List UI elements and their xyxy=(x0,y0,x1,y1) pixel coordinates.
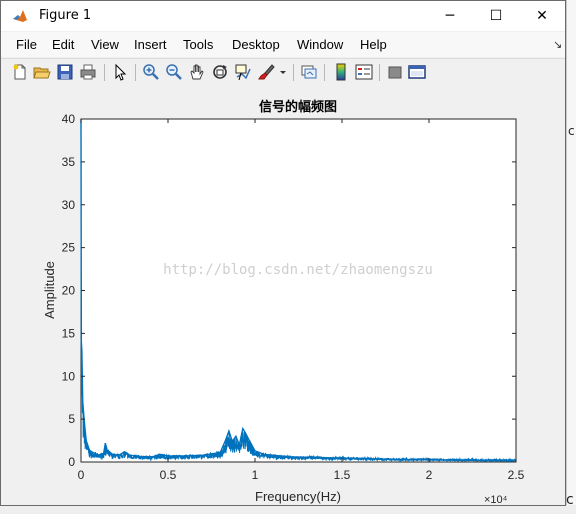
menu-tools[interactable]: Tools xyxy=(183,37,213,52)
watermark-text: http://blog.csdn.net/zhaomengszu xyxy=(163,262,433,278)
amplitude-spectrum-chart[interactable]: http://blog.csdn.net/zhaomengszu 0 0.5 1 1.… xyxy=(1,87,565,506)
menu-bar: File Edit View Insert Tools Desktop Wind… xyxy=(1,32,565,57)
pointer-icon[interactable] xyxy=(111,63,129,81)
data-cursor-icon[interactable] xyxy=(234,63,252,81)
hide-plot-tools-icon[interactable] xyxy=(386,63,404,81)
menu-window[interactable]: Window xyxy=(297,37,343,52)
y-tick-label: 30 xyxy=(62,198,76,212)
x-tick-label: 1.5 xyxy=(334,468,351,482)
x-axis-multiplier: ×10⁴ xyxy=(484,494,508,505)
title-bar[interactable]: Figure 1 ─ ☐ ✕ xyxy=(1,1,565,31)
y-tick-label: 25 xyxy=(62,241,76,255)
minimize-icon: ─ xyxy=(445,8,455,24)
y-tick-label: 0 xyxy=(68,455,75,469)
toolbar-separator xyxy=(104,64,105,81)
zoom-out-icon[interactable] xyxy=(165,63,183,81)
x-tick-label: 2.5 xyxy=(508,468,525,482)
menu-overflow-icon[interactable]: ↘ xyxy=(553,38,562,51)
brush-icon[interactable] xyxy=(257,63,275,81)
menu-help[interactable]: Help xyxy=(360,37,387,52)
background-window-right xyxy=(566,0,576,514)
background-window-bottom xyxy=(0,505,576,514)
matlab-logo-icon xyxy=(12,8,28,24)
x-tick-label: 0 xyxy=(78,468,85,482)
toolbar-separator xyxy=(324,64,325,81)
x-tick-label: 2 xyxy=(426,468,433,482)
y-axis-label: Amplitude xyxy=(42,261,57,319)
chart-title: 信号的幅频图 xyxy=(259,99,337,115)
pan-icon[interactable] xyxy=(188,63,206,81)
colorbar-icon[interactable] xyxy=(332,63,350,81)
toolbar-separator xyxy=(135,64,136,81)
link-plot-icon[interactable] xyxy=(300,63,318,81)
background-text-c: c xyxy=(568,124,575,138)
toolbar-separator xyxy=(293,64,294,81)
y-tick-label: 35 xyxy=(62,155,76,169)
menu-edit[interactable]: Edit xyxy=(52,37,74,52)
save-icon[interactable] xyxy=(56,63,74,81)
y-tick-label: 10 xyxy=(62,369,76,383)
print-icon[interactable] xyxy=(79,63,97,81)
y-tick-label: 15 xyxy=(62,326,76,340)
figure-window: Figure 1 ─ ☐ ✕ File Edit View Insert Too… xyxy=(0,0,566,506)
y-tick-label: 40 xyxy=(62,112,76,126)
zoom-in-icon[interactable] xyxy=(142,63,160,81)
menu-desktop[interactable]: Desktop xyxy=(232,37,280,52)
toolbar-separator xyxy=(379,64,380,81)
figure-toolbar xyxy=(1,58,565,88)
x-tick-label: 0.5 xyxy=(160,468,177,482)
maximize-icon: ☐ xyxy=(489,8,503,24)
new-figure-icon[interactable] xyxy=(11,63,29,81)
menu-insert[interactable]: Insert xyxy=(134,37,167,52)
open-file-icon[interactable] xyxy=(33,63,51,81)
x-tick-label: 1 xyxy=(252,468,259,482)
minimize-button[interactable]: ─ xyxy=(427,1,473,31)
figure-canvas: http://blog.csdn.net/zhaomengszu 0 0.5 1 1.… xyxy=(1,87,565,506)
close-icon: ✕ xyxy=(536,8,548,24)
brush-dropdown-icon[interactable] xyxy=(279,63,287,81)
close-button[interactable]: ✕ xyxy=(519,1,565,31)
maximize-button[interactable]: ☐ xyxy=(473,1,519,31)
show-plot-tools-icon[interactable] xyxy=(408,63,426,81)
y-tick-label: 5 xyxy=(68,412,75,426)
window-title: Figure 1 xyxy=(39,8,92,23)
y-tick-label: 20 xyxy=(62,284,76,298)
plot-area[interactable] xyxy=(80,118,517,463)
menu-file[interactable]: File xyxy=(16,37,37,52)
rotate-3d-icon[interactable] xyxy=(211,63,229,81)
x-axis-label: Frequency(Hz) xyxy=(255,489,341,504)
menu-view[interactable]: View xyxy=(91,37,119,52)
legend-icon[interactable] xyxy=(355,63,373,81)
